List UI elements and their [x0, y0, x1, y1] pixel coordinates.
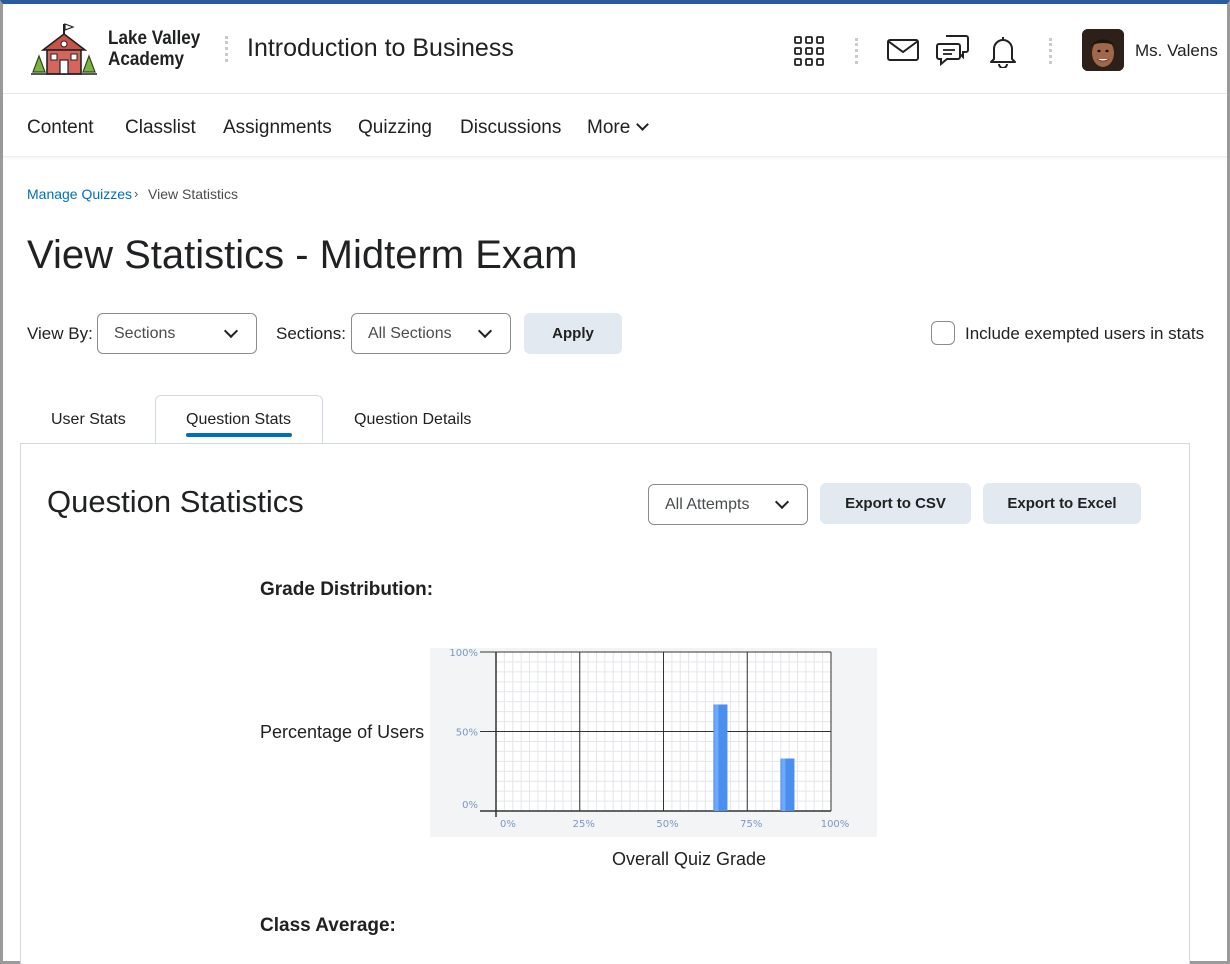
section-title: Question Statistics	[47, 484, 304, 519]
school-name-line2: Academy	[108, 49, 185, 70]
include-exempted-label: Include exempted users in stats	[965, 324, 1205, 343]
apply-button[interactable]: Apply	[524, 313, 622, 354]
school-logo-icon[interactable]	[29, 22, 99, 80]
chevron-down-icon	[223, 323, 239, 339]
class-average-heading: Class Average:	[260, 915, 396, 936]
tab-user-stats[interactable]: User Stats	[51, 411, 126, 429]
nav-item-discussions[interactable]: Discussions	[460, 117, 561, 139]
nav-item-classlist[interactable]: Classlist	[125, 117, 196, 139]
chart-y-axis-label: Percentage of Users	[260, 722, 425, 742]
chat-icon[interactable]	[936, 33, 970, 67]
chart-y-tick-label: 100%	[449, 648, 478, 659]
bell-icon[interactable]	[988, 34, 1018, 68]
sections-value: All Sections	[368, 325, 452, 342]
user-name[interactable]: Ms. Valens	[1135, 41, 1218, 61]
mail-icon[interactable]	[886, 37, 920, 63]
export-csv-button[interactable]: Export to CSV	[820, 483, 971, 524]
sections-label: Sections:	[276, 324, 346, 343]
chevron-down-icon	[774, 494, 790, 510]
active-tab-indicator	[186, 433, 292, 437]
school-name-line1: Lake Valley	[108, 28, 201, 49]
chart-x-tick-label: 75%	[740, 819, 762, 830]
nav-item-quizzing[interactable]: Quizzing	[358, 117, 432, 139]
chart-bar-highlight	[714, 704, 719, 811]
chart-x-tick-label: 25%	[573, 819, 595, 830]
chart-bar-highlight	[781, 758, 786, 811]
course-navbar: Content Classlist Assignments Quizzing D…	[3, 95, 1227, 157]
grade-distribution-heading: Grade Distribution:	[260, 579, 434, 600]
breadcrumb-current: View Statistics	[148, 186, 238, 202]
include-exempted-checkbox[interactable]	[931, 321, 955, 345]
page-title: View Statistics - Midterm Exam	[27, 233, 578, 277]
user-avatar[interactable]	[1082, 29, 1124, 71]
top-header: Lake Valley Academy Introduction to Busi…	[3, 4, 1227, 94]
export-excel-button[interactable]: Export to Excel	[983, 483, 1141, 524]
nav-item-more[interactable]: More	[587, 117, 650, 139]
tab-question-stats[interactable]: Question Stats	[186, 411, 291, 429]
tab-question-details[interactable]: Question Details	[354, 411, 471, 429]
nav-more-label: More	[587, 117, 631, 138]
sections-select[interactable]: All Sections	[351, 313, 511, 354]
chart-x-tick-label: 50%	[656, 819, 678, 830]
attempts-select[interactable]: All Attempts	[648, 484, 808, 525]
header-divider	[225, 36, 228, 62]
chevron-down-icon	[477, 323, 493, 339]
breadcrumb-manage-quizzes[interactable]: Manage Quizzes	[27, 186, 132, 202]
chevron-down-icon	[636, 118, 650, 131]
view-by-value: Sections	[114, 325, 176, 342]
course-title[interactable]: Introduction to Business	[247, 34, 514, 63]
breadcrumb-chevron-icon: ›	[134, 186, 139, 201]
grade-distribution-chart: 0% 50% 100% 0% 25% 50% 75% 100%	[449, 648, 850, 830]
chart-x-tick-label: 100%	[821, 819, 850, 830]
chart-y-tick-label: 0%	[462, 800, 478, 811]
view-by-label: View By:	[27, 324, 93, 343]
chart-y-tick-label: 50%	[456, 728, 478, 739]
chart-x-tick-label: 0%	[500, 819, 516, 830]
header-divider	[1049, 38, 1052, 64]
view-by-select[interactable]: Sections	[97, 313, 257, 354]
school-name: Lake Valley Academy	[108, 28, 200, 70]
waffle-icon[interactable]	[793, 35, 825, 67]
nav-item-assignments[interactable]: Assignments	[223, 117, 332, 139]
nav-item-content[interactable]: Content	[27, 117, 94, 139]
chart-x-axis-label: Overall Quiz Grade	[612, 849, 767, 869]
header-divider	[855, 38, 858, 64]
attempts-value: All Attempts	[665, 496, 750, 513]
